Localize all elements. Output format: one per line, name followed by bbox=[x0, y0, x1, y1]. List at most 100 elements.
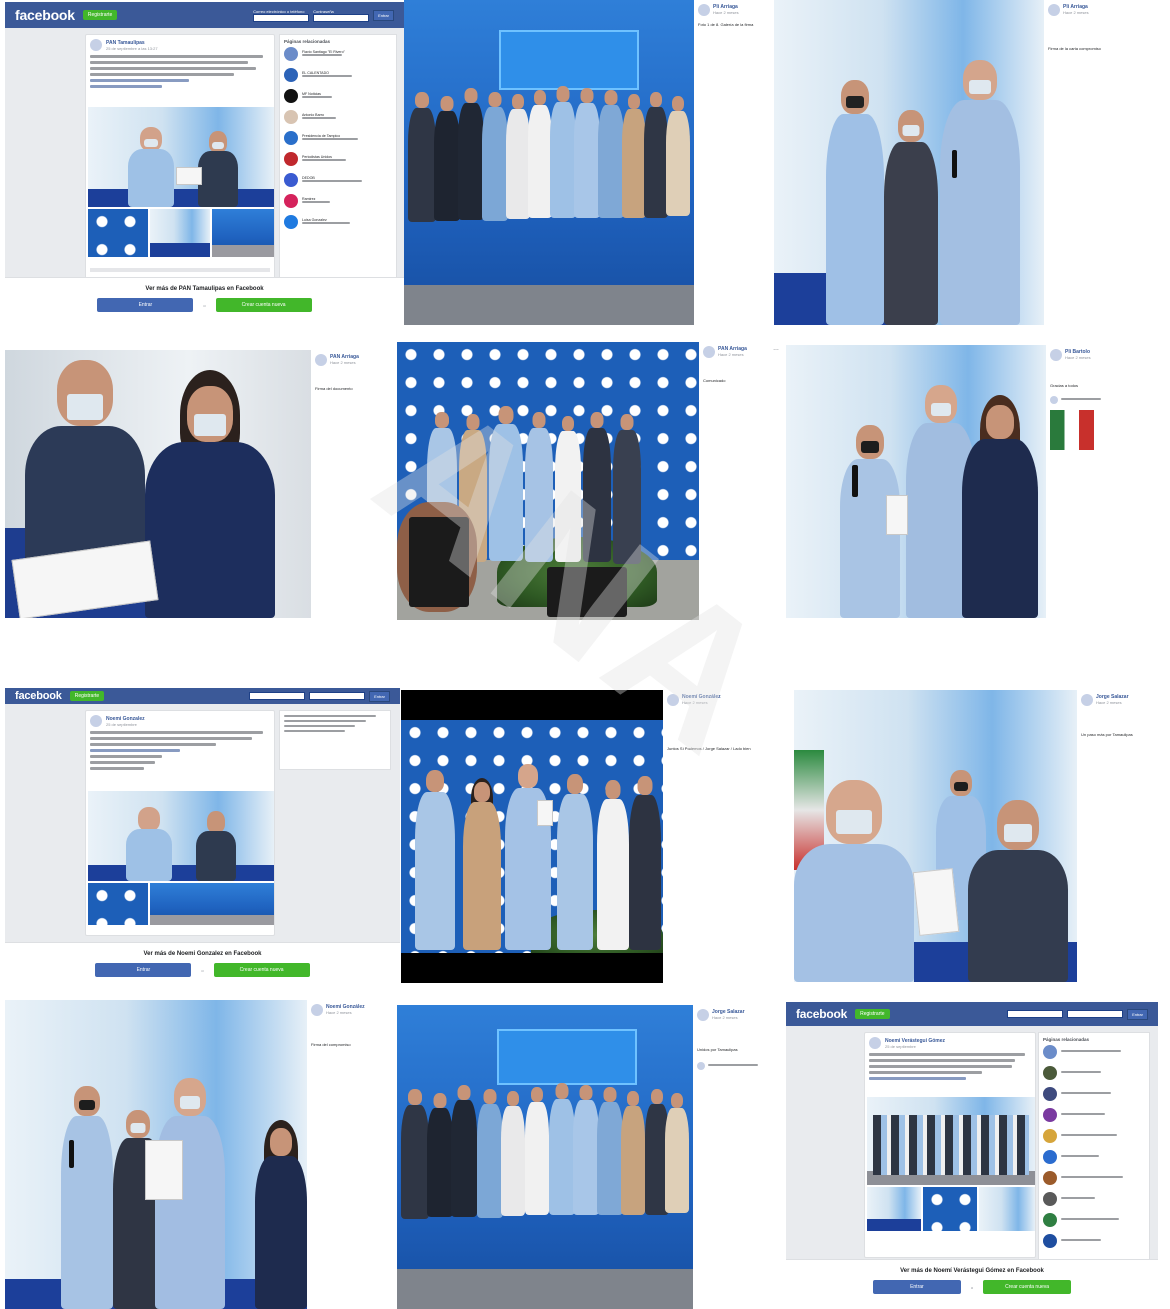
register-button[interactable]: Registrarte bbox=[69, 691, 105, 701]
register-button[interactable]: Registrarte bbox=[855, 1009, 890, 1019]
related-page-item[interactable] bbox=[1043, 1150, 1145, 1164]
prompt-login-button[interactable]: Entrar bbox=[97, 298, 194, 312]
author-avatar[interactable] bbox=[1050, 349, 1062, 361]
post-photo-thumb-2[interactable] bbox=[923, 1187, 977, 1231]
author-avatar[interactable] bbox=[311, 1004, 323, 1016]
related-page-item[interactable] bbox=[1043, 1108, 1145, 1122]
login-button[interactable]: Entrar bbox=[1127, 1008, 1148, 1020]
password-field[interactable] bbox=[313, 13, 370, 22]
prompt-login-button[interactable]: Entrar bbox=[95, 963, 192, 977]
related-page-item[interactable]: MF Noticias bbox=[284, 89, 392, 103]
create-account-button[interactable]: Crear cuenta nueva bbox=[215, 298, 312, 312]
author-avatar[interactable] bbox=[703, 346, 715, 358]
related-page-item[interactable] bbox=[1043, 1066, 1145, 1080]
email-field[interactable] bbox=[1007, 1010, 1064, 1018]
post-time[interactable]: Hace 2 meses bbox=[330, 360, 359, 365]
related-pages-title: Páginas relacionadas bbox=[1043, 1037, 1090, 1042]
post-text bbox=[90, 55, 270, 88]
post-time[interactable]: Hace 2 meses bbox=[1096, 700, 1129, 705]
password-field[interactable] bbox=[1067, 1010, 1124, 1018]
post-photo-main[interactable] bbox=[88, 791, 274, 881]
author-avatar[interactable] bbox=[315, 354, 327, 366]
post-photo-thumb-1[interactable] bbox=[88, 883, 148, 925]
related-page-item[interactable]: DEDOB bbox=[284, 173, 392, 187]
post-reactions[interactable] bbox=[90, 268, 270, 272]
lightbox-photo[interactable] bbox=[5, 350, 311, 618]
comment-image[interactable] bbox=[1050, 410, 1094, 450]
page-avatar[interactable] bbox=[869, 1037, 881, 1049]
login-button[interactable]: Entrar bbox=[373, 9, 394, 21]
login-button[interactable]: Entrar bbox=[369, 690, 390, 702]
related-page-item[interactable]: EL CALENTADO bbox=[284, 68, 392, 82]
post-time[interactable]: Hace 2 meses bbox=[718, 352, 747, 357]
lightbox-photo[interactable] bbox=[397, 342, 699, 620]
photo-caption: Firma de la carta compromiso bbox=[1048, 46, 1101, 51]
lightbox-photo[interactable] bbox=[794, 690, 1077, 982]
page-name[interactable]: Noemi Verástegui Gómez bbox=[885, 1038, 945, 1044]
author-avatar[interactable] bbox=[1048, 4, 1060, 16]
more-options-icon[interactable]: … bbox=[773, 346, 779, 352]
post-time[interactable]: Hace 2 meses bbox=[1065, 355, 1091, 360]
photo-lightbox-signing: PAN Arriaga Hace 2 meses Firma del docum… bbox=[5, 350, 395, 620]
post-photo-main[interactable] bbox=[88, 107, 274, 207]
password-field[interactable] bbox=[309, 692, 366, 700]
post-time[interactable]: 25 de septiembre bbox=[885, 1044, 945, 1049]
post-text bbox=[869, 1053, 1031, 1080]
lightbox-photo[interactable] bbox=[397, 1005, 693, 1309]
login-prompt-title: Ver más de Noemí Verástegui Gómez en Fac… bbox=[900, 1268, 1044, 1274]
lightbox-photo[interactable] bbox=[404, 0, 694, 325]
fb-page-capture-verastegui: facebook Registrarte Entrar Noemi Verást… bbox=[786, 1002, 1158, 1307]
page-avatar[interactable] bbox=[90, 39, 102, 51]
related-page-item[interactable] bbox=[1043, 1213, 1145, 1227]
post-time[interactable]: Hace 2 meses bbox=[326, 1010, 365, 1015]
post-time[interactable]: 25 de septiembre a las 13:27 bbox=[106, 46, 158, 51]
post-time[interactable]: 25 de septiembre bbox=[106, 722, 145, 727]
create-account-button[interactable]: Crear cuenta nueva bbox=[213, 963, 310, 977]
lightbox-photo[interactable] bbox=[401, 690, 663, 983]
related-page-item[interactable] bbox=[1043, 1087, 1145, 1101]
author-avatar[interactable] bbox=[698, 4, 710, 16]
photo-lightbox-statement: Noemí González Hace 2 meses Juntos Sí Po… bbox=[401, 690, 793, 985]
email-field[interactable] bbox=[253, 13, 310, 22]
author-avatar[interactable] bbox=[697, 1009, 709, 1021]
post-time[interactable]: Hace 2 meses bbox=[712, 1015, 745, 1020]
post-time[interactable]: Hace 2 meses bbox=[713, 10, 739, 15]
fb-page-capture-pan: facebook Registrarte Correo electrónico … bbox=[5, 2, 404, 327]
post-photo-thumb-1[interactable] bbox=[867, 1187, 921, 1231]
post-time[interactable]: Hace 2 meses bbox=[682, 700, 721, 705]
post-photo-thumb-1[interactable] bbox=[88, 209, 148, 257]
related-page-item[interactable] bbox=[1043, 1171, 1145, 1185]
related-page-item[interactable]: Luisa Gonzalez bbox=[284, 215, 392, 229]
lightbox-sidebar: PAN Arriaga Hace 2 meses Comunicado … bbox=[699, 342, 785, 620]
facebook-logo: facebook bbox=[796, 1007, 848, 1021]
author-avatar[interactable] bbox=[667, 694, 679, 706]
related-page-item[interactable]: Flavio Santiago "El Rivero" bbox=[284, 47, 392, 61]
related-page-item[interactable] bbox=[1043, 1045, 1145, 1059]
related-pages-title: Páginas relacionadas bbox=[284, 39, 331, 44]
related-page-item[interactable]: Periodistas Unidos bbox=[284, 152, 392, 166]
register-button[interactable]: Registrarte bbox=[82, 10, 118, 20]
post-photo-thumb-2[interactable] bbox=[150, 209, 210, 257]
post-photo-thumb-3[interactable] bbox=[979, 1187, 1035, 1231]
post-photo-main[interactable] bbox=[867, 1097, 1035, 1185]
related-page-item[interactable]: Antonio Barro bbox=[284, 110, 392, 124]
lightbox-photo[interactable] bbox=[5, 1000, 307, 1309]
lightbox-photo[interactable] bbox=[786, 345, 1046, 618]
author-avatar[interactable] bbox=[1081, 694, 1093, 706]
related-page-item[interactable] bbox=[1043, 1234, 1145, 1248]
email-field[interactable] bbox=[249, 692, 306, 700]
related-page-item[interactable]: Ramirez bbox=[284, 194, 392, 208]
lightbox-photo[interactable] bbox=[774, 0, 1044, 325]
fb-topbar: facebook Registrarte Correo electrónico … bbox=[5, 2, 404, 28]
post-photo-thumb-3[interactable] bbox=[212, 209, 274, 257]
post-photo-thumb-2[interactable] bbox=[150, 883, 274, 925]
related-page-item[interactable]: Presidencia de Tampico bbox=[284, 131, 392, 145]
page-name[interactable]: Noemi Gonzalez bbox=[106, 716, 145, 722]
related-page-item[interactable] bbox=[1043, 1192, 1145, 1206]
create-account-button[interactable]: Crear cuenta nueva bbox=[983, 1280, 1072, 1294]
related-page-item[interactable] bbox=[1043, 1129, 1145, 1143]
fb-login-prompt: Ver más de Noemi Gonzalez en Facebook En… bbox=[5, 942, 400, 988]
prompt-login-button[interactable]: Entrar bbox=[872, 1280, 961, 1294]
post-time[interactable]: Hace 2 meses bbox=[1063, 10, 1089, 15]
page-avatar[interactable] bbox=[90, 715, 102, 727]
